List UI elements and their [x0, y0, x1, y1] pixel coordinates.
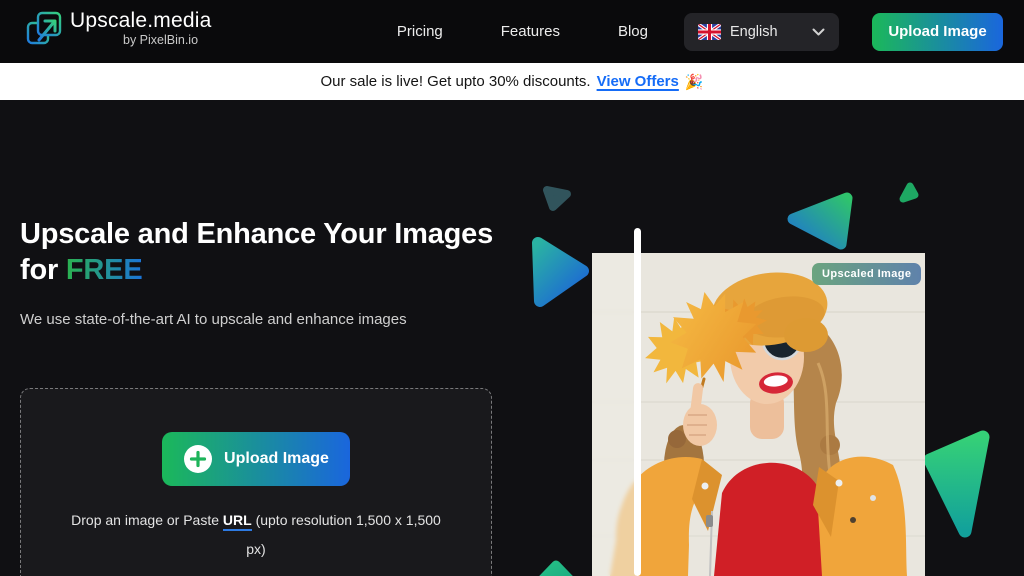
brand-name: Upscale.media	[70, 9, 212, 33]
drop-hint-prefix: Drop an image or Paste	[71, 512, 223, 528]
language-label: English	[730, 24, 778, 40]
hero-subtitle: We use state-of-the-art AI to upscale an…	[20, 311, 505, 328]
hero-left-column: Upscale and Enhance Your Images for FREE…	[0, 100, 505, 576]
upscale-arrow-logo-icon	[24, 9, 64, 54]
original-image-strip	[592, 253, 636, 576]
nav-link-pricing[interactable]: Pricing	[397, 23, 443, 40]
preview-image: Upscaled Image	[592, 253, 925, 576]
brand-logo[interactable]: Upscale.media by PixelBin.io	[24, 9, 212, 54]
nav-link-features[interactable]: Features	[501, 23, 560, 40]
drop-hint: Drop an image or Paste URL (upto resolut…	[65, 506, 447, 564]
drop-hint-suffix: (upto resolution 1,500 x 1,500 px)	[246, 512, 441, 557]
paste-url-link[interactable]: URL	[223, 512, 252, 531]
nav-links: Pricing Features Blog	[397, 23, 648, 40]
upload-image-button-navbar[interactable]: Upload Image	[872, 13, 1003, 51]
hero-section: Upscale and Enhance Your Images for FREE…	[0, 100, 1024, 576]
upload-button-label: Upload Image	[224, 450, 329, 468]
language-selector[interactable]: English	[684, 13, 839, 51]
brand-byline: by PixelBin.io	[123, 33, 212, 47]
hero-title-line2: for	[20, 254, 66, 286]
upload-image-button-hero[interactable]: Upload Image	[162, 432, 350, 486]
upscaled-image-badge: Upscaled Image	[812, 263, 921, 285]
hero-title-line1: Upscale and Enhance Your Images	[20, 218, 493, 250]
announcement-message: Our sale is live! Get upto 30% discounts…	[320, 73, 590, 90]
chevron-down-icon	[812, 28, 825, 36]
plus-circle-icon	[183, 444, 213, 474]
announcement-bar: Our sale is live! Get upto 30% discounts…	[0, 63, 1024, 100]
nav-link-blog[interactable]: Blog	[618, 23, 648, 40]
uk-flag-icon	[698, 24, 721, 40]
hero-title-highlight: FREE	[66, 254, 143, 286]
navbar: Upscale.media by PixelBin.io Pricing Fea…	[0, 0, 1024, 63]
celebration-emoji-icon: 🎉	[685, 73, 704, 91]
upload-dropzone[interactable]: Upload Image Drop an image or Paste URL …	[20, 388, 492, 576]
hero-title: Upscale and Enhance Your Images for FREE	[20, 216, 505, 288]
view-offers-link[interactable]: View Offers	[597, 73, 679, 90]
comparison-slider-line[interactable]	[634, 228, 641, 576]
